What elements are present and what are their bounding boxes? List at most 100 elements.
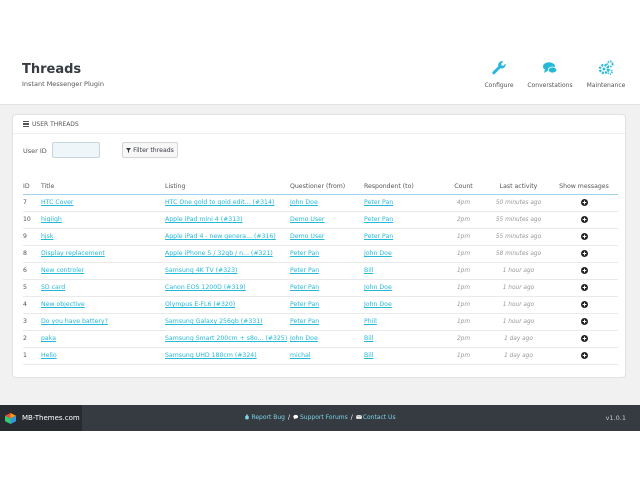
listing-link[interactable]: Canon EOS 1200D (#319)	[165, 284, 246, 291]
respondent-link[interactable]: Peter Pan	[364, 199, 393, 206]
table-row: 9 hjsk Apple iPad 4 - new genera... (#316)…	[23, 228, 618, 246]
questioner-link[interactable]: Peter Pan	[290, 267, 319, 274]
report-bug-link[interactable]: Report Bug	[244, 414, 285, 421]
comments-icon	[543, 62, 558, 74]
respondent-link[interactable]: John Doe	[364, 301, 392, 308]
respondent-link[interactable]: John Doe	[364, 284, 392, 291]
thread-title-link[interactable]: higiigh	[41, 216, 62, 223]
user-id-input[interactable]	[52, 142, 100, 158]
page-header: Threads Instant Messenger Plugin Configu…	[0, 0, 640, 105]
questioner-link[interactable]: John Doe	[290, 199, 318, 206]
respondent-link[interactable]: John Doe	[364, 250, 392, 257]
plus-circle-icon[interactable]	[580, 249, 588, 257]
thread-title-link[interactable]: HTC Cover	[41, 199, 73, 206]
thread-title-link[interactable]: New objective	[41, 301, 85, 308]
listing-link[interactable]: Apple iPad 4 - new genera... (#316)	[165, 233, 276, 240]
cell-respondent: Peter Pan	[364, 194, 440, 212]
threads-table: ID Title Listing Questioner (from) Respo…	[23, 180, 618, 365]
plus-circle-icon[interactable]	[580, 317, 588, 325]
filter-threads-label: Filter threads	[133, 146, 174, 154]
listing-link[interactable]: Samsung UHD 180cm (#324)	[165, 352, 257, 359]
listing-link[interactable]: HTC One gold to gold edit... (#314)	[165, 199, 274, 206]
col-count: Count	[440, 180, 487, 195]
cell-listing: Apple iPhone 5 / 32gb / n... (#321)	[165, 245, 290, 263]
questioner-link[interactable]: Peter Pan	[290, 318, 319, 325]
cell-title: hjsk	[41, 228, 165, 246]
cell-respondent: Peter Pan	[364, 228, 440, 246]
questioner-link[interactable]: John Doe	[290, 335, 318, 342]
cell-last-activity: 55 minutes ago	[487, 211, 550, 229]
listing-link[interactable]: Samsung Smart 200cm + s8o... (#325)	[165, 335, 287, 342]
thread-title-link[interactable]: Hello	[41, 352, 57, 359]
respondent-link[interactable]: Peter Pan	[364, 233, 393, 240]
conversations-button[interactable]: Converstations	[524, 60, 576, 89]
thread-title-link[interactable]: SD card	[41, 284, 65, 291]
maintenance-button[interactable]: Maintenance	[582, 60, 630, 89]
respondent-link[interactable]: Phill	[364, 318, 377, 325]
cell-count: 1pm	[440, 245, 487, 263]
listing-link[interactable]: Apple iPad mini 4 (#313)	[165, 216, 243, 223]
contact-us-link[interactable]: Contact Us	[355, 414, 396, 421]
respondent-link[interactable]: Bill	[364, 352, 373, 359]
thread-title-link[interactable]: Display replacement	[41, 250, 105, 257]
plus-circle-icon[interactable]	[580, 215, 588, 223]
cell-last-activity: 1 day ago	[487, 330, 550, 348]
table-row: 8 Display replacement Apple iPhone 5 / 32g…	[23, 245, 618, 263]
cell-count: 4pm	[440, 194, 487, 212]
cell-respondent: Peter Pan	[364, 211, 440, 229]
cell-respondent: John Doe	[364, 296, 440, 314]
listing-link[interactable]: Samsung Galaxy 256gb (#331)	[165, 318, 263, 325]
listing-link[interactable]: Samsung 4K TV (#323)	[165, 267, 237, 274]
table-row: 3 Do you have battery? Samsung Galaxy 256g…	[23, 313, 618, 331]
envelope-icon	[355, 415, 362, 419]
respondent-link[interactable]: Bill	[364, 267, 373, 274]
plus-circle-icon[interactable]	[580, 351, 588, 359]
cell-last-activity: 1 hour ago	[487, 313, 550, 331]
listing-link[interactable]: Olympus E-FL6 (#320)	[165, 301, 235, 308]
cell-listing: Apple iPad 4 - new genera... (#316)	[165, 228, 290, 246]
cell-count: 1pm	[440, 279, 487, 297]
filter-row: User ID Filter threads	[13, 141, 625, 161]
cell-count: 2pm	[440, 330, 487, 348]
questioner-link[interactable]: Peter Pan	[290, 250, 319, 257]
bug-icon	[245, 414, 250, 420]
cell-title: HTC Cover	[41, 194, 165, 212]
cell-id: 10	[23, 211, 41, 229]
questioner-link[interactable]: Peter Pan	[290, 301, 319, 308]
thread-title-link[interactable]: paka	[41, 335, 56, 342]
plus-circle-icon[interactable]	[580, 300, 588, 308]
page-subtitle: Instant Messenger Plugin	[22, 80, 104, 88]
cell-title: paka	[41, 330, 165, 348]
listing-link[interactable]: Apple iPhone 5 / 32gb / n... (#321)	[165, 250, 273, 257]
plus-circle-icon[interactable]	[580, 232, 588, 240]
support-forums-link[interactable]: Support Forums	[293, 414, 348, 421]
respondent-link[interactable]: Peter Pan	[364, 216, 393, 223]
cell-id: 7	[23, 194, 41, 212]
cell-id: 8	[23, 245, 41, 263]
filter-threads-button[interactable]: Filter threads	[122, 142, 178, 158]
table-row: 2 paka Samsung Smart 200cm + s8o... (#325)…	[23, 330, 618, 348]
configure-button[interactable]: Configure	[476, 60, 522, 89]
cell-respondent: John Doe	[364, 245, 440, 263]
cell-id: 3	[23, 313, 41, 331]
cell-questioner: Peter Pan	[290, 262, 364, 280]
plus-circle-icon[interactable]	[580, 334, 588, 342]
thread-title-link[interactable]: hjsk	[41, 233, 53, 240]
thread-title-link[interactable]: Do you have battery?	[41, 318, 108, 325]
table-row: 4 New objective Olympus E-FL6 (#320) Peter …	[23, 296, 618, 314]
plus-circle-icon[interactable]	[580, 198, 588, 206]
respondent-link[interactable]: Bill	[364, 335, 373, 342]
questioner-link[interactable]: Demo User	[290, 216, 324, 223]
plus-circle-icon[interactable]	[580, 283, 588, 291]
thread-title-link[interactable]: New controler	[41, 267, 84, 274]
cell-listing: Canon EOS 1200D (#319)	[165, 279, 290, 297]
plus-circle-icon[interactable]	[580, 266, 588, 274]
questioner-link[interactable]: michal	[290, 352, 311, 359]
cell-listing: Apple iPad mini 4 (#313)	[165, 211, 290, 229]
cell-questioner: michal	[290, 347, 364, 365]
cell-count: 1pm	[440, 296, 487, 314]
questioner-link[interactable]: Peter Pan	[290, 284, 319, 291]
questioner-link[interactable]: Demo User	[290, 233, 324, 240]
cell-title: New controler	[41, 262, 165, 280]
col-last-activity: Last activity	[487, 180, 550, 195]
